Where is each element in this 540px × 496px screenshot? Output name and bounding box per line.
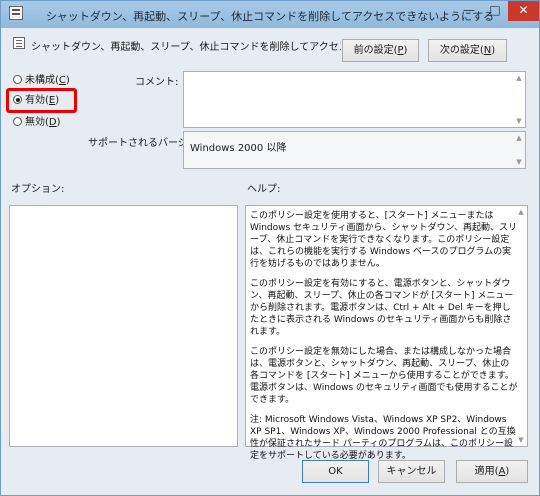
disabled-accesskey: D	[48, 117, 57, 128]
apply-button[interactable]: 適用(A)	[456, 460, 528, 483]
radio-circle-enabled[interactable]	[13, 95, 22, 104]
options-pane	[9, 205, 238, 447]
help-paragraph: 注: Microsoft Windows Vista、Windows XP SP…	[250, 415, 516, 461]
help-section-label: ヘルプ:	[247, 184, 281, 195]
help-paragraph: このポリシー設定を使用すると、[スタート] メニューまたは Windows セキ…	[250, 211, 517, 269]
scroll-up-icon[interactable]: ▲	[513, 74, 525, 82]
apply-label-end: )	[505, 466, 510, 477]
comment-textarea[interactable]: ▲ ▼	[183, 71, 526, 128]
close-button[interactable]: ✕	[508, 1, 539, 21]
scroll-down-icon[interactable]: ▼	[513, 117, 525, 125]
cancel-button[interactable]: キャンセル	[378, 460, 445, 483]
policy-name: シャットダウン、再起動、スリープ、休止コマンドを削除してアクセスできないようにす…	[31, 42, 341, 53]
previous-setting-label-end: )	[403, 45, 408, 56]
policy-setting-icon	[13, 37, 25, 49]
policy-dialog-window: シャットダウン、再起動、スリープ、休止コマンドを削除してアクセスできないようにす…	[0, 0, 540, 496]
not-configured-accesskey: C	[58, 75, 66, 86]
scroll-up-icon[interactable]: ▲	[515, 208, 527, 216]
radio-not-configured[interactable]: 未構成(C)	[13, 74, 70, 88]
options-section-label: オプション:	[11, 184, 65, 195]
maximize-button[interactable]: □	[482, 1, 508, 21]
enabled-label: 有効(	[25, 95, 49, 106]
scroll-down-icon[interactable]: ▼	[515, 436, 527, 444]
radio-circle-not-configured[interactable]	[13, 75, 22, 84]
scroll-up-icon[interactable]: ▲	[513, 134, 525, 142]
next-setting-label: 次の設定(	[439, 45, 484, 56]
minimize-button[interactable]: —	[456, 1, 482, 21]
supported-on-value: Windows 2000 以降	[190, 143, 287, 154]
help-scrollbar[interactable]: ▲ ▼	[515, 206, 527, 446]
radio-enabled[interactable]: 有効(E)	[13, 94, 59, 108]
help-paragraph: このポリシー設定を無効にした場合、または構成しなかった場合は、電源ボタンと、シャ…	[250, 347, 518, 405]
previous-setting-label: 前の設定(	[353, 45, 398, 56]
previous-setting-button[interactable]: 前の設定(P)	[342, 39, 419, 62]
apply-label: 適用(	[474, 466, 499, 477]
title-bar[interactable]: シャットダウン、再起動、スリープ、休止コマンドを削除してアクセスできないようにす…	[1, 1, 539, 28]
enabled-label-end: )	[55, 95, 60, 106]
comment-scrollbar[interactable]: ▲ ▼	[513, 72, 525, 127]
comment-label: コメント:	[135, 77, 179, 88]
next-setting-label-end: )	[491, 45, 496, 56]
help-text: このポリシー設定を使用すると、[スタート] メニューまたは Windows セキ…	[250, 210, 518, 470]
next-setting-button[interactable]: 次の設定(N)	[428, 39, 507, 62]
not-configured-label-end: )	[65, 75, 70, 86]
radio-disabled[interactable]: 無効(D)	[13, 116, 61, 130]
help-paragraph: このポリシー設定を有効にすると、電源ボタンと、シャットダウン、再起動、スリープ、…	[250, 279, 514, 337]
not-configured-label: 未構成(	[25, 75, 59, 86]
disabled-label: 無効(	[25, 117, 49, 128]
ok-button[interactable]: OK	[302, 460, 369, 483]
radio-circle-disabled[interactable]	[13, 117, 22, 126]
scroll-down-icon[interactable]: ▼	[513, 158, 525, 166]
supported-on-field: Windows 2000 以降 ▲ ▼	[183, 131, 526, 169]
help-pane: このポリシー設定を使用すると、[スタート] メニューまたは Windows セキ…	[245, 205, 528, 461]
supported-scrollbar[interactable]: ▲ ▼	[513, 132, 525, 168]
disabled-label-end: )	[56, 117, 61, 128]
